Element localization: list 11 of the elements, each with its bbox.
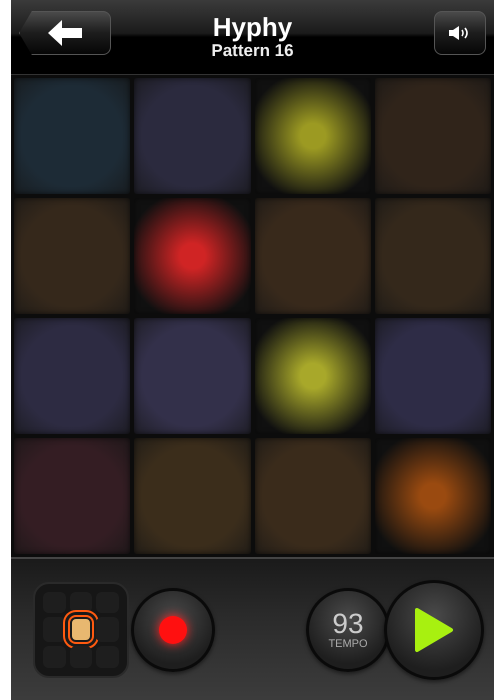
- drum-pad[interactable]: [254, 318, 371, 434]
- back-button[interactable]: [19, 11, 111, 55]
- speaker-icon: [449, 25, 471, 41]
- drum-pad[interactable]: [254, 78, 371, 194]
- arrow-left-icon: [48, 20, 82, 46]
- pattern-title: Hyphy: [212, 13, 292, 41]
- sound-button[interactable]: [434, 11, 486, 55]
- play-icon: [414, 606, 454, 652]
- drum-pad[interactable]: [134, 198, 250, 314]
- pad-bank-selector[interactable]: [33, 582, 129, 678]
- pattern-subtitle: Pattern 16: [211, 41, 294, 61]
